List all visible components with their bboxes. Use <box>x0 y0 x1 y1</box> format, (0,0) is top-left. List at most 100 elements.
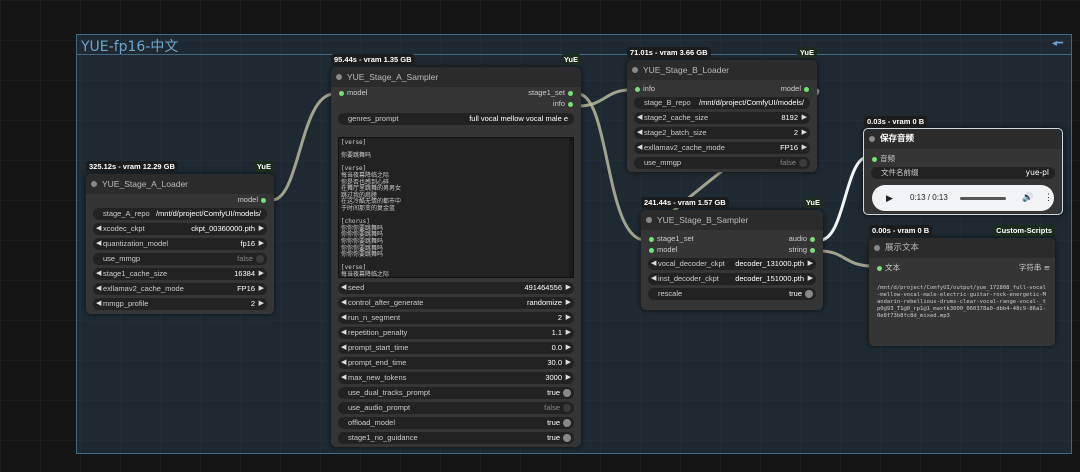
timing-badge: 325.12s - vram 12.29 GB <box>86 161 178 172</box>
xcodec-ckpt-widget[interactable]: ◀ xcodec_ckpt ckpt_00360000.pth ▶ <box>93 223 267 235</box>
mmgp-profile-widget[interactable]: ◀ mmgp_profile 2 ▶ <box>93 298 267 310</box>
collapse-dot-icon[interactable] <box>336 74 342 80</box>
decrement-icon[interactable]: ◀ <box>341 342 346 354</box>
stage-b-sampler-node[interactable]: 241.44s - vram 1.57 GB YuE YUE_Stage_B_S… <box>641 197 823 310</box>
tag-badge: YuE <box>253 161 274 172</box>
lyrics-textarea[interactable]: ○ ▣ 🔊 [verse]你要跳舞吗[verse]每当夜幕降临之际你是否也感到心… <box>338 137 574 278</box>
exllamav2-cache-mode-widget[interactable]: ◀ exllamav2_cache_mode FP16 ▶ <box>634 142 810 154</box>
increment-icon[interactable]: ▶ <box>566 282 571 294</box>
node-title[interactable]: YUE_Stage_B_Sampler <box>641 210 823 230</box>
repetition-penalty-widget[interactable]: ◀ repetition_penalty 1.1 ▶ <box>338 327 574 339</box>
output-port <box>810 236 815 242</box>
offload-model-widget[interactable]: offload_model true <box>338 417 574 429</box>
prompt-start-time-widget[interactable]: ◀ prompt_start_time 0.0 ▶ <box>338 342 574 354</box>
increment-icon[interactable]: ▶ <box>566 372 571 384</box>
use-audio-prompt-widget[interactable]: use_audio_prompt false <box>338 402 574 414</box>
decrement-icon[interactable]: ◀ <box>341 312 346 324</box>
play-icon[interactable]: ▶ <box>886 193 893 204</box>
exllamav2-cache-mode-widget[interactable]: ◀ exllamav2_cache_mode FP16 ▶ <box>93 283 267 295</box>
stage-a-loader-node[interactable]: 325.12s - vram 12.29 GB YuE YUE_Stage_A_… <box>86 161 274 314</box>
decrement-icon[interactable]: ◀ <box>341 372 346 384</box>
decrement-icon[interactable]: ◀ <box>637 142 642 154</box>
increment-icon[interactable]: ▶ <box>566 327 571 339</box>
scrollbar[interactable] <box>569 138 573 277</box>
collapse-dot-icon[interactable] <box>91 181 97 187</box>
collapse-dot-icon[interactable] <box>646 217 652 223</box>
stage-B-repo-widget[interactable]: stage_B_repo/mnt/d/project/ComfyUI/model… <box>634 97 810 109</box>
decrement-icon[interactable]: ◀ <box>637 112 642 124</box>
inst-decoder-ckpt-widget[interactable]: ◀ inst_decoder_ckpt decoder_151000.pth ▶ <box>648 273 816 285</box>
decrement-icon[interactable]: ◀ <box>96 238 101 250</box>
vocal-decoder-ckpt-widget[interactable]: ◀ vocal_decoder_ckpt decoder_131000.pth ▶ <box>648 258 816 270</box>
increment-icon[interactable]: ▶ <box>259 223 264 235</box>
stage2-cache-size-widget[interactable]: ◀ stage2_cache_size 8192 ▶ <box>634 112 810 124</box>
increment-icon[interactable]: ▶ <box>802 112 807 124</box>
genres-prompt-field[interactable]: genres_prompt full vocal mellow vocal ma… <box>338 113 574 125</box>
decrement-icon[interactable]: ◀ <box>96 283 101 295</box>
decrement-icon[interactable]: ◀ <box>341 297 346 309</box>
node-title[interactable]: YUE_Stage_A_Loader <box>86 174 274 194</box>
text-preview: /mnt/d/project/ComfyUI/output/yue_172808… <box>877 285 1046 319</box>
node-title[interactable]: YUE_Stage_A_Sampler <box>331 67 581 87</box>
quantization-model-widget[interactable]: ◀ quantization_model fp16 ▶ <box>93 238 267 250</box>
increment-icon[interactable]: ▶ <box>259 298 264 310</box>
collapse-dot-icon[interactable] <box>874 245 880 251</box>
audio-progress-bar[interactable] <box>960 197 1006 200</box>
toggle-icon[interactable] <box>563 389 571 397</box>
decrement-icon[interactable]: ◀ <box>651 258 656 270</box>
increment-icon[interactable]: ▶ <box>566 342 571 354</box>
volume-icon[interactable]: 🔊 <box>1022 192 1033 203</box>
save-audio-node[interactable]: 0.03s - vram 0 B 保存音频 音频 文件名前缀 yue-pl ▶ … <box>863 116 1063 215</box>
run-n-segment-widget[interactable]: ◀ run_n_segment 2 ▶ <box>338 312 574 324</box>
stage2-batch-size-widget[interactable]: ◀ stage2_batch_size 2 ▶ <box>634 127 810 139</box>
toggle-icon[interactable] <box>805 290 813 298</box>
use-dual-tracks-prompt-widget[interactable]: use_dual_tracks_prompt true <box>338 387 574 399</box>
stage-a-sampler-node[interactable]: 95.44s - vram 1.35 GB YuE YUE_Stage_A_Sa… <box>331 54 581 447</box>
increment-icon[interactable]: ▶ <box>808 273 813 285</box>
increment-icon[interactable]: ▶ <box>566 312 571 324</box>
show-text-node[interactable]: 0.00s - vram 0 B Custom-Scripts 展示文本 文本 … <box>869 225 1055 346</box>
decrement-icon[interactable]: ◀ <box>341 282 346 294</box>
filename-prefix-field[interactable]: 文件名前缀 yue-pl <box>871 167 1055 179</box>
increment-icon[interactable]: ▶ <box>802 142 807 154</box>
decrement-icon[interactable]: ◀ <box>341 357 346 369</box>
stage-A-repo-widget[interactable]: stage_A_repo/mnt/d/project/ComfyUI/model… <box>93 208 267 220</box>
node-title[interactable]: 展示文本 <box>869 238 1055 258</box>
decrement-icon[interactable]: ◀ <box>96 298 101 310</box>
stage-b-loader-node[interactable]: 71.01s - vram 3.66 GB YuE YUE_Stage_B_Lo… <box>627 47 817 172</box>
seed-widget[interactable]: ◀ seed 491464556 ▶ <box>338 282 574 294</box>
control-after-generate-widget[interactable]: ◀ control_after_generate randomize ▶ <box>338 297 574 309</box>
max-new-tokens-widget[interactable]: ◀ max_new_tokens 3000 ▶ <box>338 372 574 384</box>
toggle-icon[interactable] <box>256 255 264 263</box>
audio-player[interactable]: ▶ 0:13 / 0:13 🔊 ⋮ <box>872 185 1054 211</box>
node-title[interactable]: 保存音频 <box>864 129 1062 149</box>
decrement-icon[interactable]: ◀ <box>651 273 656 285</box>
more-options-icon[interactable]: ⋮ <box>1044 192 1053 203</box>
use-mmgp-widget[interactable]: use_mmgp false <box>634 157 810 169</box>
toggle-icon[interactable] <box>563 419 571 427</box>
increment-icon[interactable]: ▶ <box>259 268 264 280</box>
decrement-icon[interactable]: ◀ <box>96 268 101 280</box>
stage1-no-guidance-widget[interactable]: stage1_no_guidance true <box>338 432 574 444</box>
stage1-cache-size-widget[interactable]: ◀ stage1_cache_size 16384 ▶ <box>93 268 267 280</box>
toggle-icon[interactable] <box>563 404 571 412</box>
toggle-icon[interactable] <box>799 159 807 167</box>
toggle-icon[interactable] <box>563 434 571 442</box>
lyric-line: 你你你要跳舞吗 <box>341 251 384 259</box>
rescale-widget[interactable]: rescale true <box>648 288 816 300</box>
increment-icon[interactable]: ▶ <box>566 357 571 369</box>
decrement-icon[interactable]: ◀ <box>637 127 642 139</box>
increment-icon[interactable]: ▶ <box>802 127 807 139</box>
increment-icon[interactable]: ▶ <box>808 258 813 270</box>
prompt-end-time-widget[interactable]: ◀ prompt_end_time 30.0 ▶ <box>338 357 574 369</box>
decrement-icon[interactable]: ◀ <box>341 327 346 339</box>
increment-icon[interactable]: ▶ <box>259 238 264 250</box>
group-collapse-icon[interactable]: ◂━ <box>1052 38 1063 49</box>
use-mmgp-widget[interactable]: use_mmgp false <box>93 253 267 265</box>
increment-icon[interactable]: ▶ <box>259 283 264 295</box>
collapse-dot-icon[interactable] <box>869 136 875 142</box>
node-title[interactable]: YUE_Stage_B_Loader <box>627 60 817 80</box>
decrement-icon[interactable]: ◀ <box>96 223 101 235</box>
increment-icon[interactable]: ▶ <box>566 297 571 309</box>
collapse-dot-icon[interactable] <box>632 67 638 73</box>
